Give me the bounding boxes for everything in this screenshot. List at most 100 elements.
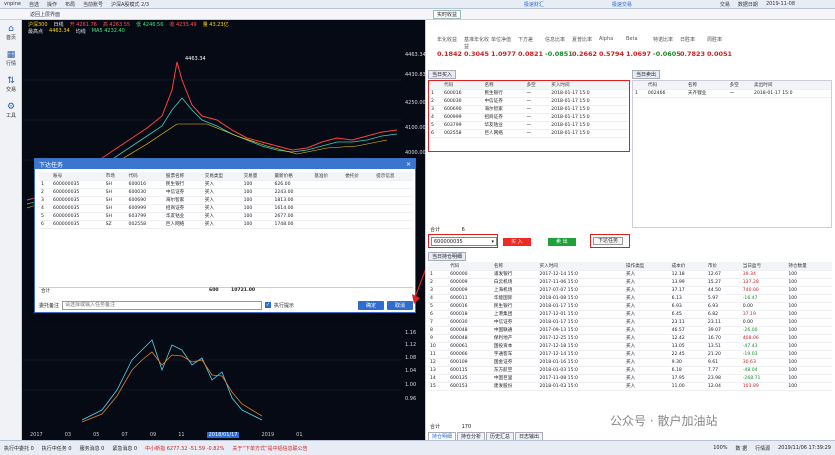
buy-button[interactable]: 买 入 [503, 238, 531, 246]
back-link[interactable]: 返回上层界面 [30, 12, 60, 18]
column-header[interactable]: 买入时间 [537, 262, 624, 271]
table-row[interactable]: 15 600153 建发股份 2018-01-03 15:0 买入 11.00 12.04 1… [428, 382, 832, 391]
column-header[interactable]: 代码 [126, 172, 164, 181]
table-row[interactable]: 4 600000035 SH 600999 招商证券 买入 100 1614.00 [39, 204, 413, 213]
column-header[interactable] [429, 81, 443, 90]
close-icon[interactable]: × [406, 161, 411, 168]
table-row[interactable]: 3 600690 海尔智家一 2018-01-17 15:0 [429, 105, 629, 114]
table-row[interactable]: 12 600109 国金证券 2018-01-16 15:0 买入 9.30 9.61 30.… [428, 358, 832, 367]
status-orders[interactable]: 执行中委托 0 [4, 445, 34, 452]
menu-item-layout[interactable]: 布局 [65, 1, 75, 8]
column-header[interactable]: 基准价 [312, 172, 344, 181]
status-quote-source[interactable]: 行情源 [755, 445, 770, 452]
column-header[interactable]: 操作类型 [624, 262, 670, 271]
order-task-button[interactable]: 下达任务 [593, 237, 624, 245]
column-header[interactable]: 代码 [448, 262, 492, 271]
sidebar-item-home[interactable]: ⌂ 首页 [0, 20, 22, 46]
table-row[interactable]: 7 600030 中信证券 2018-01-17 15:0 买入 23.11 23.11 0.… [428, 318, 832, 327]
table-row[interactable]: 2 600000035 SH 600030 中信证券 买入 100 2243.00 [39, 188, 413, 197]
table-row[interactable]: 9 600048 保利地产 2017-12-25 15:0 买入 12.42 16.70 40… [428, 334, 832, 343]
column-header[interactable] [633, 81, 646, 90]
execute-hint-checkbox[interactable]: ✓ [265, 302, 272, 308]
column-header[interactable]: 股票名称 [163, 172, 203, 181]
table-row[interactable]: 5 600000035 SH 603799 华友钴业 买入 100 2677.00 [39, 212, 413, 221]
confirm-button[interactable]: 确定 [357, 300, 384, 310]
menu-item-account[interactable]: 当前账号 [83, 1, 103, 8]
column-header[interactable]: 代码 [645, 81, 686, 90]
column-header[interactable]: 持仓数量 [786, 262, 832, 271]
column-header[interactable]: 当日盈亏 [740, 262, 787, 271]
column-header[interactable]: 提示信息 [374, 172, 413, 181]
column-header[interactable] [39, 172, 52, 181]
table-cell: 13.99 [669, 278, 706, 287]
column-header[interactable]: 交易量 [241, 172, 273, 181]
column-header[interactable]: 名称 [491, 262, 538, 271]
column-header[interactable]: 市场 [103, 172, 127, 181]
column-header[interactable] [428, 262, 449, 271]
table-row[interactable]: 1 002466 天齐锂业一 2018-01-17 15:0 [633, 89, 831, 98]
table-row[interactable]: 3 600009 上海机场 2017-07-07 15:0 买入 37.17 44.50 74… [428, 286, 832, 295]
sidebar-item-tools[interactable]: ⚙ 工具 [0, 98, 22, 124]
table-cell: 2017-09-13 15:0 [537, 326, 624, 335]
account-dropdown[interactable]: 600000035 ▾ [431, 237, 497, 246]
zoom-level[interactable]: 100% [713, 445, 727, 451]
menu-item-favorites[interactable]: 自选 [29, 1, 39, 8]
status-service-msg[interactable]: 服务消息 0 [80, 445, 105, 452]
menu-item-mode[interactable]: 沪深A股模式 2/3 [111, 1, 149, 8]
column-header[interactable]: 市价 [705, 262, 741, 271]
sell-panel-tab[interactable]: 当日卖出 [632, 70, 661, 79]
status-urgent-msg[interactable]: 紧急消息 0 [112, 445, 137, 452]
hold-total-label: 合计 [430, 424, 441, 430]
table-row[interactable]: 1 600016 民生银行一 2018-01-17 15:0 [429, 89, 629, 98]
status-data[interactable]: 数 据 [736, 445, 748, 452]
column-header[interactable]: 名称 [482, 81, 525, 90]
column-header[interactable]: 多空 [727, 81, 753, 90]
table-row[interactable]: 13 600115 东方航空 2018-01-03 15:0 买入 6.18 7.77 -48… [428, 366, 832, 375]
table-row[interactable]: 2 600009 白云机场 2017-11-06 15:0 买入 13.99 15.27 13… [428, 278, 832, 287]
hold-panel-tab[interactable]: 当日持仓明细 [428, 252, 467, 261]
table-row[interactable]: 14 600135 中国巨里 2017-11-08 15:0 买入 17.95 23.98-… [428, 374, 832, 383]
table-row[interactable]: 5 600016 民生银行 2018-01-17 15:0 买入 6.93 6.93 0.00… [428, 302, 832, 311]
buy-panel-tab[interactable]: 当日买入 [428, 70, 457, 79]
table-row[interactable]: 5 603799 华友钴业一 2018-01-17 15:0 [429, 121, 629, 130]
column-header[interactable]: 成本价 [669, 262, 706, 271]
chart-ma-label: 均线 [75, 29, 86, 35]
menu-item-operate[interactable]: 操作 [47, 1, 57, 8]
table-row[interactable]: 4 600999 招商证券一 2018-01-17 15:0 [429, 113, 629, 122]
column-header[interactable]: 卖出时间 [752, 81, 831, 90]
table-cell: 600030 [126, 188, 164, 197]
status-notice[interactable]: 关于“下单方式”是中铝信息联公告 [232, 445, 307, 452]
table-cell: 1813.00 [272, 196, 313, 205]
column-header[interactable]: 代码 [442, 81, 483, 90]
column-header[interactable]: 账号 [51, 172, 104, 181]
table-row[interactable]: 1 600000 浦发银行 2017-12-14 15:0 买入 12.18 12.67 39… [428, 270, 832, 279]
table-row[interactable]: 10 600061 国投资本 2017-12-18 15:0 买入 13.05 13.51-… [428, 342, 832, 351]
table-row[interactable]: 6 002558 巨人网络一 2018-01-17 15:0 [429, 129, 629, 138]
table-row[interactable]: 1 600000035 SH 600016 民生银行 买入 100 626.00 [39, 180, 413, 189]
tab-realtime-pnl[interactable]: 实时收益 [433, 9, 462, 19]
table-row[interactable]: 3 600000035 SH 600690 海尔智家 买入 100 1813.00 [39, 196, 413, 205]
sidebar-item-market[interactable]: ▦ 行情 [0, 46, 22, 72]
table-row[interactable]: 2 600030 中信证券一 2018-01-17 15:0 [429, 97, 629, 106]
status-tasks[interactable]: 执行中任务 0 [42, 445, 72, 452]
table-row[interactable]: 6 600000035 SZ 002558 巨人网络 买入 100 1748.00 [39, 220, 413, 229]
menu-item-trade[interactable]: 交易 [720, 1, 730, 8]
sidebar-item-trade[interactable]: ⇅ 交易 [0, 72, 22, 98]
dialog-titlebar[interactable]: 下达任务 × [35, 159, 415, 169]
table-row[interactable]: 6 600018 上港集团 2017-12-01 15:0 买入 6.45 6.82 37.1… [428, 310, 832, 319]
stat-value: 0.0051 [707, 50, 733, 58]
column-header[interactable]: 多空 [524, 81, 550, 90]
column-header[interactable]: 买入时间 [549, 81, 629, 90]
remark-input[interactable] [62, 300, 263, 310]
table-cell: -19.03 [740, 350, 787, 359]
status-bar: 执行中委托 0 执行中任务 0 服务消息 0 紧急消息 0 中小新指 6277.… [0, 440, 835, 455]
sell-button[interactable]: 卖 出 [548, 238, 576, 246]
column-header[interactable]: 委托价 [343, 172, 375, 181]
table-row[interactable]: 8 600048 中国联通 2017-09-13 15:0 买入 46.57 39.07 -2… [428, 326, 832, 335]
table-row[interactable]: 11 600066 宇通客车 2017-12-14 15:0 买入 22.45 21.20-… [428, 350, 832, 359]
column-header[interactable]: 最新价格 [272, 172, 313, 181]
column-header[interactable]: 名称 [685, 81, 728, 90]
column-header[interactable]: 交易类型 [202, 172, 242, 181]
table-cell: 100 [786, 310, 832, 319]
table-row[interactable]: 4 600011 华能国际 2018-01-08 15:0 买入 6.13 5.97 -16.… [428, 294, 832, 303]
